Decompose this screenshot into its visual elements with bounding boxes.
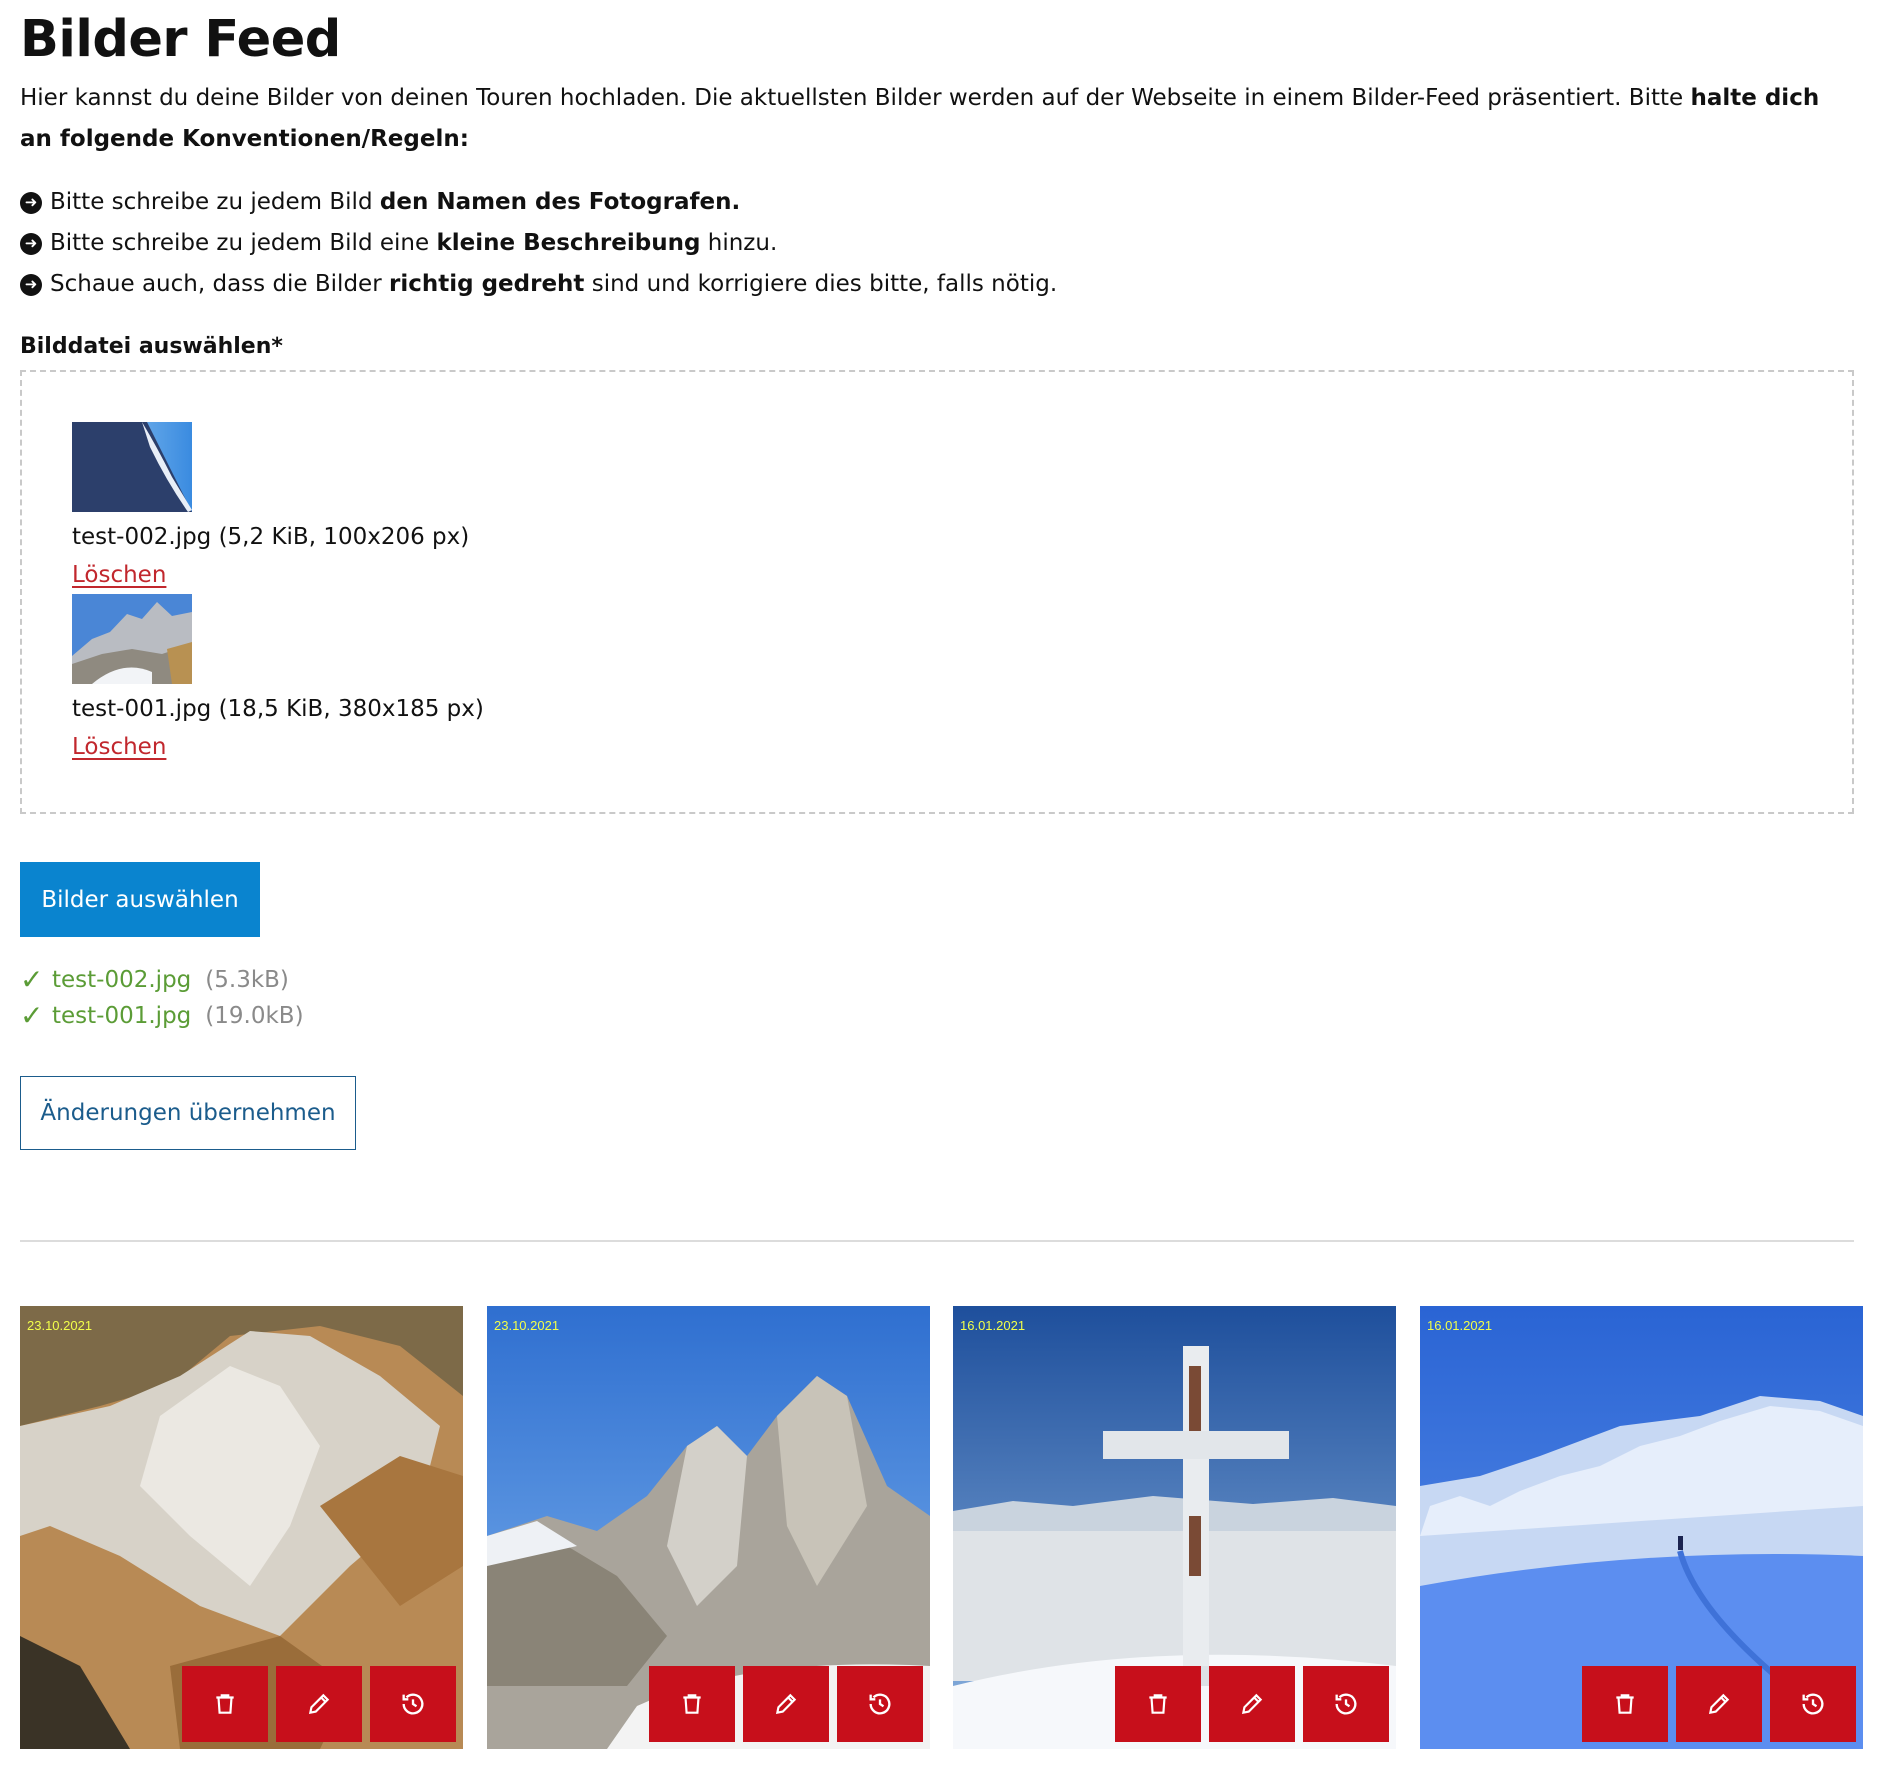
delete-image-button[interactable] xyxy=(649,1666,735,1742)
history-icon xyxy=(1802,1693,1824,1715)
rule-item: ➜ Bitte schreibe zu jedem Bild den Namen… xyxy=(20,182,1057,223)
uploaded-file-name: test-001.jpg xyxy=(52,1003,192,1029)
edit-image-button[interactable] xyxy=(1676,1666,1762,1742)
uploaded-file-size: (5.3kB) xyxy=(205,967,289,993)
upload-field-label: Bilddatei auswählen* xyxy=(20,334,283,359)
uploaded-file-size: (19.0kB) xyxy=(205,1003,304,1029)
edit-image-button[interactable] xyxy=(1209,1666,1295,1742)
section-divider xyxy=(20,1240,1854,1242)
feed-image-tile: 23.10.2021 xyxy=(20,1306,463,1749)
trash-icon xyxy=(1149,1694,1167,1714)
delete-file-link[interactable]: Löschen xyxy=(72,734,166,760)
history-icon xyxy=(869,1693,891,1715)
rule-item: ➜ Bitte schreibe zu jedem Bild eine klei… xyxy=(20,223,1057,264)
apply-changes-button[interactable]: Änderungen übernehmen xyxy=(20,1076,356,1150)
intro-paragraph: Hier kannst du deine Bilder von deinen T… xyxy=(20,78,1850,160)
delete-image-button[interactable] xyxy=(1115,1666,1201,1742)
feed-image-tile: 16.01.2021 xyxy=(1420,1306,1863,1749)
delete-image-button[interactable] xyxy=(182,1666,268,1742)
tile-actions xyxy=(649,1666,923,1742)
trash-icon xyxy=(216,1694,234,1714)
rule-text-bold: den Namen des Fotografen. xyxy=(379,189,741,215)
file-item: test-002.jpg (5,2 KiB, 100x206 px) Lösch… xyxy=(72,422,469,588)
delete-image-button[interactable] xyxy=(1582,1666,1668,1742)
file-item: test-001.jpg (18,5 KiB, 380x185 px) Lösc… xyxy=(72,594,484,760)
history-image-button[interactable] xyxy=(837,1666,923,1742)
pencil-icon xyxy=(775,1693,797,1715)
upload-dropzone[interactable]: test-002.jpg (5,2 KiB, 100x206 px) Lösch… xyxy=(20,370,1854,814)
arrow-circle-right-icon: ➜ xyxy=(20,273,42,296)
rules-list: ➜ Bitte schreibe zu jedem Bild den Namen… xyxy=(20,182,1057,305)
trash-icon xyxy=(683,1694,701,1714)
rule-text-post: sind und korrigiere dies bitte, falls nö… xyxy=(591,271,1058,297)
file-info: test-001.jpg (18,5 KiB, 380x185 px) xyxy=(72,696,484,722)
delete-file-link[interactable]: Löschen xyxy=(72,562,166,588)
edit-image-button[interactable] xyxy=(276,1666,362,1742)
rule-text-pre: Schaue auch, dass die Bilder xyxy=(50,271,382,297)
history-image-button[interactable] xyxy=(1303,1666,1389,1742)
uploaded-file-name: test-002.jpg xyxy=(52,967,192,993)
uploaded-file-row: ✓ test-002.jpg (5.3kB) xyxy=(20,962,304,998)
photo-date: 23.10.2021 xyxy=(27,1318,93,1333)
edit-image-button[interactable] xyxy=(743,1666,829,1742)
photo-date: 16.01.2021 xyxy=(960,1318,1026,1333)
page: Bilder Feed Hier kannst du deine Bilder … xyxy=(0,0,1878,1771)
rule-text-bold: kleine Beschreibung xyxy=(436,230,701,256)
pencil-icon xyxy=(1241,1693,1263,1715)
trash-icon xyxy=(1616,1694,1634,1714)
select-images-button[interactable]: Bilder auswählen xyxy=(20,862,260,937)
history-icon xyxy=(402,1693,424,1715)
feed-image-tile: 16.01.2021 xyxy=(953,1306,1396,1749)
history-icon xyxy=(1335,1693,1357,1715)
checkmark-icon: ✓ xyxy=(20,963,44,996)
file-info: test-002.jpg (5,2 KiB, 100x206 px) xyxy=(72,524,470,550)
arrow-circle-right-icon: ➜ xyxy=(20,232,42,255)
photo-date: 16.01.2021 xyxy=(1427,1318,1493,1333)
file-thumbnail xyxy=(72,594,192,684)
history-image-button[interactable] xyxy=(1770,1666,1856,1742)
photo-date: 23.10.2021 xyxy=(494,1318,560,1333)
rule-text-bold: richtig gedreht xyxy=(388,271,585,297)
pencil-icon xyxy=(1708,1693,1730,1715)
tile-actions xyxy=(1115,1666,1389,1742)
page-title: Bilder Feed xyxy=(20,10,341,69)
history-image-button[interactable] xyxy=(370,1666,456,1742)
arrow-circle-right-icon: ➜ xyxy=(20,191,42,214)
tile-actions xyxy=(1582,1666,1856,1742)
checkmark-icon: ✓ xyxy=(20,999,44,1032)
rule-item: ➜ Schaue auch, dass die Bilder richtig g… xyxy=(20,264,1057,305)
intro-text: Hier kannst du deine Bilder von deinen T… xyxy=(20,85,1691,111)
uploaded-files-list: ✓ test-002.jpg (5.3kB) ✓ test-001.jpg (1… xyxy=(20,962,304,1034)
uploaded-file-row: ✓ test-001.jpg (19.0kB) xyxy=(20,998,304,1034)
tile-actions xyxy=(182,1666,456,1742)
file-thumbnail xyxy=(72,422,192,512)
rule-text-pre: Bitte schreibe zu jedem Bild eine xyxy=(50,230,430,256)
pencil-icon xyxy=(308,1693,330,1715)
feed-image-tile: 23.10.2021 xyxy=(487,1306,930,1749)
rule-text-post: hinzu. xyxy=(707,230,778,256)
rule-text-pre: Bitte schreibe zu jedem Bild xyxy=(50,189,373,215)
